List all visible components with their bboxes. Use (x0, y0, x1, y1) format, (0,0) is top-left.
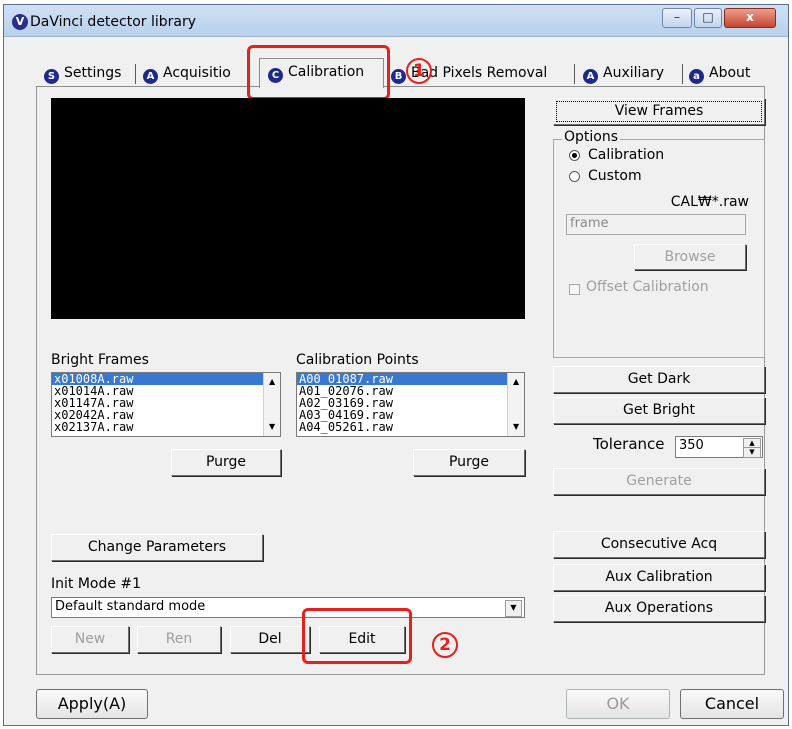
annotation-marker-2: 2 (432, 632, 458, 658)
highlight-edit-button (302, 608, 412, 664)
rename-button[interactable]: Ren (137, 626, 221, 653)
calibration-radio-label[interactable]: Calibration (588, 147, 664, 163)
scroll-down-icon[interactable]: ▼ (513, 422, 519, 431)
tab-auxiliary[interactable]: A Auxiliary (583, 62, 664, 87)
apply-button[interactable]: Apply(A) (36, 689, 148, 719)
delete-button[interactable]: Del (230, 626, 310, 653)
browse-button[interactable]: Browse (634, 244, 746, 270)
calibration-points-scrollbar[interactable]: ▲ ▼ (507, 373, 524, 436)
custom-radio[interactable] (569, 171, 580, 182)
tab-separator (574, 64, 575, 84)
init-mode-label: Init Mode #1 (51, 576, 142, 592)
options-caption: Options (562, 129, 621, 145)
get-bright-button[interactable]: Get Bright (553, 397, 765, 424)
init-mode-value: Default standard mode (55, 599, 206, 614)
aux-operations-button[interactable]: Aux Operations (553, 595, 765, 622)
consecutive-acq-button[interactable]: Consecutive Acq (553, 531, 765, 558)
acquisition-icon: A (143, 69, 158, 84)
tab-separator (682, 64, 683, 84)
frame-preview (51, 98, 525, 319)
tab-settings[interactable]: S Settings (44, 62, 121, 87)
calibration-points-label: Calibration Points (296, 352, 419, 368)
tolerance-label: Tolerance (593, 435, 665, 453)
calibration-points-list[interactable]: A00_01087.raw A01_02076.raw A02_03169.ra… (296, 372, 525, 437)
calibration-purge-button[interactable]: Purge (413, 449, 525, 476)
bright-purge-button[interactable]: Purge (171, 449, 281, 476)
settings-icon: S (44, 69, 59, 84)
tolerance-spinner[interactable]: 350 ▲ ▼ (675, 436, 763, 458)
list-item[interactable]: A04_05261.raw (297, 421, 524, 433)
scroll-down-icon[interactable]: ▼ (269, 422, 275, 431)
frame-name-field[interactable]: frame (566, 214, 746, 235)
bright-frames-label: Bright Frames (51, 352, 149, 368)
list-item[interactable]: x02137A.raw (52, 421, 280, 433)
auxiliary-icon: A (583, 69, 598, 84)
tab-acquisition[interactable]: A Acquisitio (143, 62, 255, 87)
tolerance-value: 350 (679, 438, 704, 453)
about-icon: a (689, 69, 704, 84)
calibration-radio[interactable] (569, 150, 580, 161)
get-dark-button[interactable]: Get Dark (553, 366, 765, 393)
cal-file-pattern: CAL₩*.raw (670, 194, 749, 210)
tab-about[interactable]: a About (689, 62, 750, 87)
init-mode-select[interactable]: Default standard mode ▼ (51, 597, 525, 618)
cancel-button[interactable]: Cancel (680, 689, 784, 719)
tab-separator (135, 64, 136, 84)
spin-down-icon[interactable]: ▼ (743, 447, 761, 458)
bad-pixels-icon: B (391, 69, 406, 84)
scroll-up-icon[interactable]: ▲ (513, 377, 519, 386)
close-button[interactable]: x (724, 8, 776, 28)
change-parameters-button[interactable]: Change Parameters (51, 534, 263, 561)
chevron-down-icon[interactable]: ▼ (505, 600, 522, 617)
generate-button[interactable]: Generate (553, 468, 765, 495)
bright-frames-scrollbar[interactable]: ▲ ▼ (263, 373, 280, 436)
app-icon: V (12, 14, 28, 30)
custom-radio-label[interactable]: Custom (588, 168, 642, 184)
minimize-button[interactable]: – (662, 8, 692, 28)
view-frames-button[interactable]: View Frames (553, 98, 765, 125)
ok-button[interactable]: OK (566, 689, 670, 719)
offset-calibration-label[interactable]: Offset Calibration (586, 279, 709, 295)
new-button[interactable]: New (51, 626, 129, 653)
maximize-button[interactable]: □ (694, 8, 722, 28)
annotation-marker-1: 1 (406, 58, 432, 84)
scroll-up-icon[interactable]: ▲ (269, 377, 275, 386)
aux-calibration-button[interactable]: Aux Calibration (553, 564, 765, 591)
bright-frames-list[interactable]: x01008A.raw x01014A.raw x01147A.raw x020… (51, 372, 281, 437)
offset-calibration-checkbox[interactable] (569, 284, 580, 295)
window-title: DaVinci detector library (30, 14, 197, 30)
